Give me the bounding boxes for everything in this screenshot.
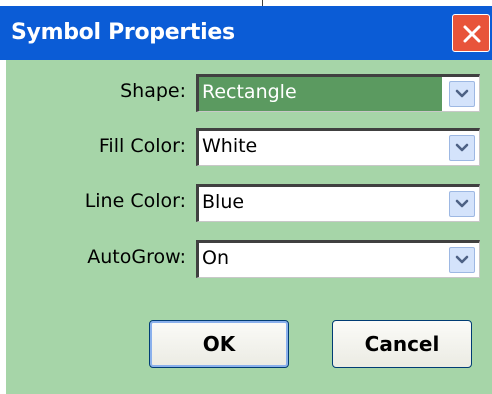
line-color-value: Blue [202,191,245,213]
fill-color-value: White [202,135,258,157]
chevron-down-icon [455,143,469,152]
chevron-down-icon [455,199,469,208]
fill-color-dropdown-button[interactable] [449,135,475,161]
chevron-down-icon [455,255,469,264]
chevron-down-icon [455,89,469,98]
autogrow-label: AutoGrow: [87,246,186,268]
line-color-dropdown[interactable]: Blue [196,184,480,222]
symbol-properties-dialog: Symbol Properties Shape: Rectangle Fill … [0,0,492,394]
shape-dropdown[interactable]: Rectangle [196,74,480,112]
dialog-body: Shape: Rectangle Fill Color: White Line … [6,60,492,394]
line-color-label: Line Color: [84,190,186,212]
ok-button[interactable]: OK [149,320,289,368]
cancel-button[interactable]: Cancel [332,320,472,368]
dialog-title: Symbol Properties [11,20,235,45]
autogrow-value: On [202,247,229,269]
shape-label: Shape: [120,80,186,102]
autogrow-dropdown-button[interactable] [449,247,475,273]
title-bar[interactable]: Symbol Properties [0,6,492,60]
close-button[interactable] [452,14,490,52]
close-icon [463,25,481,43]
shape-value: Rectangle [202,81,297,103]
fill-color-dropdown[interactable]: White [196,128,480,166]
line-color-dropdown-button[interactable] [449,191,475,217]
shape-dropdown-button[interactable] [449,81,475,107]
fill-color-label: Fill Color: [98,135,186,157]
autogrow-dropdown[interactable]: On [196,240,480,278]
